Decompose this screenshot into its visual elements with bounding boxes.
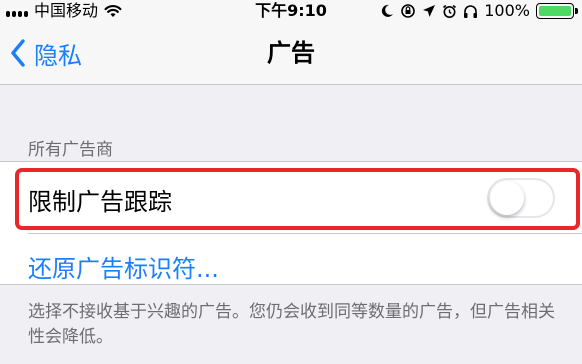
headphones-icon bbox=[464, 4, 478, 18]
moon-icon bbox=[382, 4, 394, 17]
page-title: 广告 bbox=[267, 39, 315, 67]
status-bar: 中国移动 下午9:10 100% bbox=[0, 0, 582, 22]
footer-note: 选择不接收基于兴趣的广告。您仍会收到同等数量的广告，但广告相关性会降低。 bbox=[28, 302, 555, 347]
orientation-lock-icon bbox=[401, 4, 416, 18]
row-divider bbox=[28, 233, 582, 234]
status-right: 100% bbox=[380, 0, 578, 22]
navigation-bar: 隐私 广告 bbox=[0, 22, 582, 85]
battery-icon bbox=[536, 3, 578, 19]
location-icon bbox=[423, 5, 436, 17]
battery-percent: 100% bbox=[484, 1, 530, 20]
section-header: 所有广告商 bbox=[28, 140, 113, 160]
reset-advertising-identifier-link[interactable]: 还原广告标识符... bbox=[28, 249, 219, 284]
alarm-icon bbox=[443, 4, 457, 18]
red-highlight-frame bbox=[15, 168, 580, 230]
